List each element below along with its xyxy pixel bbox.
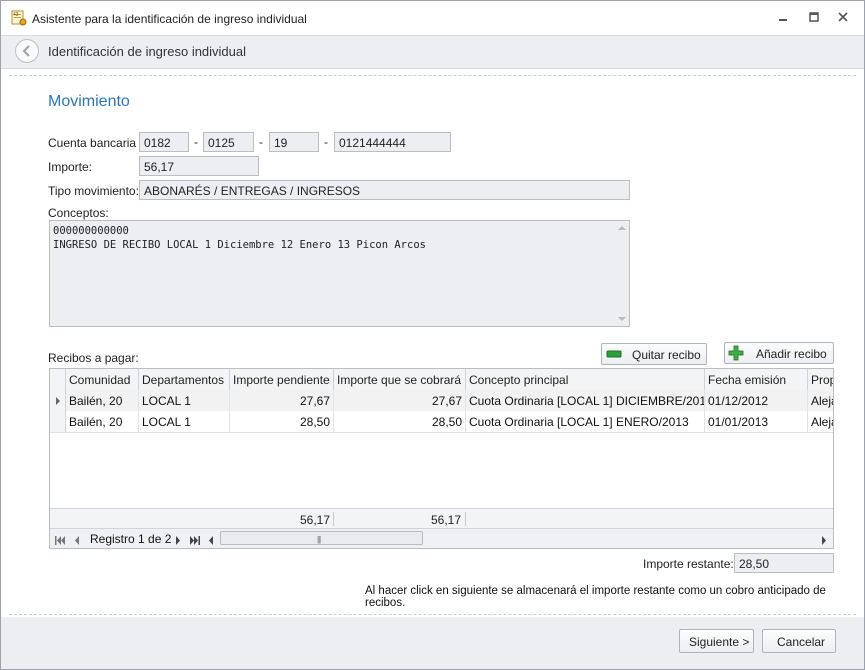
minimize-icon[interactable] bbox=[772, 9, 794, 27]
grid-footer-totals: 56,17 56,17 bbox=[50, 508, 833, 529]
column-header[interactable]: Concepto principal bbox=[466, 369, 705, 390]
divider bbox=[9, 614, 856, 615]
cuenta-oficina-field[interactable]: 0125 bbox=[203, 132, 254, 152]
record-counter: Registro 1 de 2 bbox=[90, 532, 172, 546]
scroll-grip-icon: ||| bbox=[317, 535, 321, 544]
cell-importe-pendiente: 27,67 bbox=[230, 390, 334, 411]
cell-fecha: 01/12/2012 bbox=[705, 390, 808, 411]
back-arrow-icon[interactable] bbox=[15, 39, 39, 63]
cell-importe-cobrara[interactable]: 28,50 bbox=[334, 411, 466, 432]
cell-importe-cobrara[interactable]: 27,67 bbox=[334, 390, 466, 411]
last-record-icon[interactable] bbox=[190, 534, 200, 548]
memo-scrollbar[interactable] bbox=[614, 221, 629, 326]
column-header[interactable]: Departamentos bbox=[139, 369, 230, 390]
current-row-icon bbox=[56, 397, 60, 405]
scroll-down-icon[interactable] bbox=[618, 317, 626, 321]
anadir-recibo-button[interactable]: Añadir recibo bbox=[724, 342, 834, 364]
importe-restante-field[interactable]: 28,50 bbox=[734, 553, 834, 573]
cuenta-separator: - bbox=[324, 135, 328, 149]
table-row[interactable]: Bailén, 20 LOCAL 1 27,67 27,67 Cuota Ord… bbox=[50, 390, 833, 412]
divider bbox=[9, 75, 856, 76]
horizontal-scrollbar-thumb[interactable]: ||| bbox=[220, 531, 423, 545]
importe-label: Importe: bbox=[48, 160, 93, 174]
conceptos-text: 000000000000 INGRESO DE RECIBO LOCAL 1 D… bbox=[53, 225, 426, 251]
siguiente-label: Siguiente > bbox=[689, 635, 750, 649]
scroll-up-icon[interactable] bbox=[618, 226, 626, 230]
total-importe-cobrara: 56,17 bbox=[430, 513, 461, 527]
first-record-icon[interactable] bbox=[55, 534, 65, 548]
cuenta-separator: - bbox=[194, 135, 198, 149]
anadir-recibo-label: Añadir recibo bbox=[756, 347, 827, 361]
cuenta-separator: - bbox=[259, 135, 263, 149]
cuenta-numero-field[interactable]: 0121444444 bbox=[334, 132, 451, 152]
wizard-window: 43 Asistente para la identificación de i… bbox=[0, 0, 865, 670]
row-indicator bbox=[50, 390, 66, 411]
row-indicator-header bbox=[50, 369, 66, 390]
total-importe-pendiente: 56,17 bbox=[299, 513, 330, 527]
cuenta-entidad-field[interactable]: 0182 bbox=[139, 132, 189, 152]
wizard-icon: 43 bbox=[11, 10, 27, 26]
tipo-label: Tipo movimiento: bbox=[48, 184, 139, 198]
info-text: Al hacer click en siguiente se almacenar… bbox=[365, 585, 826, 609]
cell-comunidad: Bailén, 20 bbox=[66, 390, 139, 411]
recibos-label: Recibos a pagar: bbox=[48, 351, 139, 365]
cell-departamento: LOCAL 1 bbox=[139, 390, 230, 411]
close-icon[interactable] bbox=[832, 9, 854, 27]
column-header[interactable]: Fecha emisión bbox=[705, 369, 808, 390]
next-record-icon[interactable] bbox=[175, 534, 181, 548]
row-indicator bbox=[50, 411, 66, 432]
cancelar-label: Cancelar bbox=[777, 635, 826, 649]
cell-concepto: Cuota Ordinaria [LOCAL 1] DICIEMBRE/2012 bbox=[466, 390, 705, 411]
column-header[interactable]: Importe que se cobrará bbox=[334, 369, 466, 390]
column-header[interactable]: Comunidad bbox=[66, 369, 139, 390]
window-title: Asistente para la identificación de ingr… bbox=[32, 12, 307, 26]
grid-navigator: Registro 1 de 2 ||| bbox=[50, 528, 833, 548]
wizard-header: Identificación de ingreso individual bbox=[1, 35, 864, 69]
importe-restante-label: Importe restante: bbox=[643, 557, 734, 571]
quitar-recibo-label: Quitar recibo bbox=[632, 348, 701, 362]
cell-propietario: Aleja bbox=[811, 415, 833, 429]
scroll-right-icon[interactable] bbox=[821, 534, 827, 548]
title-bar: 43 Asistente para la identificación de i… bbox=[1, 1, 864, 35]
grid-header: Comunidad Departamentos Importe pendient… bbox=[50, 369, 833, 391]
conceptos-memo[interactable]: 000000000000 INGRESO DE RECIBO LOCAL 1 D… bbox=[49, 220, 630, 327]
conceptos-label: Conceptos: bbox=[48, 206, 109, 220]
cell-departamento: LOCAL 1 bbox=[139, 411, 230, 432]
cell-comunidad: Bailén, 20 bbox=[66, 411, 139, 432]
previous-record-icon[interactable] bbox=[74, 534, 80, 548]
column-header[interactable]: Prop bbox=[808, 369, 833, 390]
button-bar: Siguiente > Cancelar bbox=[1, 617, 864, 669]
cancelar-button[interactable]: Cancelar bbox=[762, 629, 836, 653]
svg-text:43: 43 bbox=[13, 12, 19, 18]
restore-icon[interactable] bbox=[803, 9, 825, 27]
cell-importe-pendiente: 28,50 bbox=[230, 411, 334, 432]
cuenta-dc-field[interactable]: 19 bbox=[269, 132, 319, 152]
add-icon bbox=[728, 345, 744, 364]
cell-propietario: Aleja bbox=[811, 394, 833, 408]
table-row[interactable]: Bailén, 20 LOCAL 1 28,50 28,50 Cuota Ord… bbox=[50, 411, 833, 433]
cell-concepto: Cuota Ordinaria [LOCAL 1] ENERO/2013 bbox=[466, 411, 705, 432]
cell-fecha: 01/01/2013 bbox=[705, 411, 808, 432]
importe-field[interactable]: 56,17 bbox=[139, 156, 259, 176]
tipo-movimiento-field[interactable]: ABONARÉS / ENTREGAS / INGRESOS bbox=[139, 180, 630, 200]
section-title: Movimiento bbox=[48, 93, 130, 110]
footer-separator bbox=[465, 512, 466, 526]
siguiente-button[interactable]: Siguiente > bbox=[679, 629, 754, 653]
wizard-step-title: Identificación de ingreso individual bbox=[48, 44, 247, 59]
column-header[interactable]: Importe pendiente bbox=[230, 369, 334, 390]
scroll-left-icon[interactable] bbox=[208, 534, 214, 548]
cuenta-label: Cuenta bancaria bbox=[48, 136, 137, 150]
quitar-recibo-button[interactable]: Quitar recibo bbox=[601, 343, 707, 365]
remove-icon bbox=[606, 348, 622, 363]
recibos-grid[interactable]: Comunidad Departamentos Importe pendient… bbox=[49, 368, 834, 549]
